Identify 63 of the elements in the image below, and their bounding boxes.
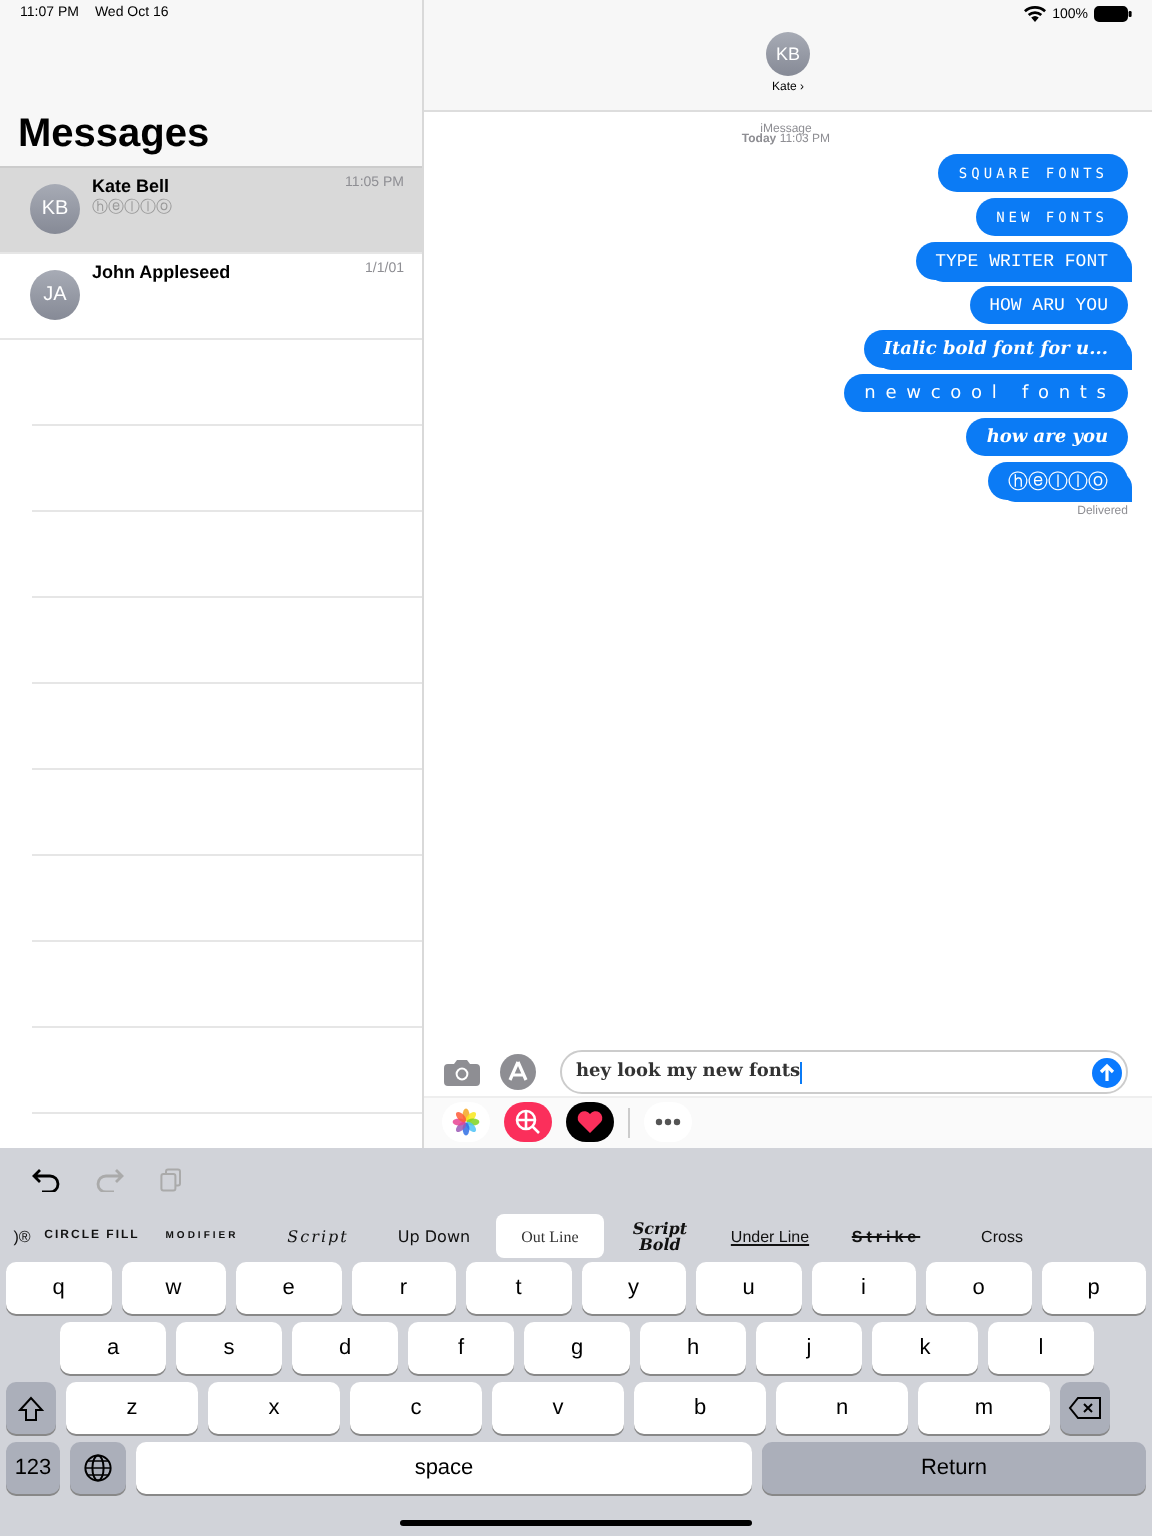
- message-bubble: Italic bold font for u...: [863, 330, 1128, 368]
- backspace-key[interactable]: [1060, 1382, 1110, 1434]
- letter-key[interactable]: l: [988, 1322, 1094, 1374]
- letter-key[interactable]: c: [350, 1382, 482, 1434]
- message-bubble: how are you: [966, 418, 1128, 456]
- letter-key[interactable]: h: [640, 1322, 746, 1374]
- font-style-tab[interactable]: Under Line: [716, 1214, 824, 1258]
- letter-key[interactable]: f: [408, 1322, 514, 1374]
- font-style-tab[interactable]: )®: [8, 1214, 36, 1258]
- font-style-tab[interactable]: Script Bold: [612, 1214, 708, 1258]
- message-input-field[interactable]: hey look my new fonts: [560, 1050, 1128, 1094]
- letter-key[interactable]: w: [121, 1262, 226, 1314]
- messages-title: Messages: [18, 110, 212, 158]
- send-icon[interactable]: [1092, 1057, 1122, 1087]
- contact-name: Kate Bell: [92, 176, 170, 196]
- letter-key[interactable]: t: [466, 1262, 571, 1314]
- letter-key[interactable]: u: [696, 1262, 801, 1314]
- font-style-tab[interactable]: Cross: [948, 1214, 1056, 1258]
- letter-key[interactable]: m: [918, 1382, 1050, 1434]
- letter-key[interactable]: s: [176, 1322, 282, 1374]
- space-key[interactable]: space: [136, 1442, 752, 1494]
- letter-key[interactable]: n: [776, 1382, 908, 1434]
- font-style-tab[interactable]: Script: [264, 1214, 372, 1258]
- return-key[interactable]: Return: [762, 1442, 1146, 1494]
- letter-key[interactable]: i: [811, 1262, 916, 1314]
- backspace-icon: [1068, 1396, 1102, 1420]
- letter-key[interactable]: r: [351, 1262, 456, 1314]
- letter-key[interactable]: b: [634, 1382, 766, 1434]
- letter-key[interactable]: a: [60, 1322, 166, 1374]
- app-store-icon[interactable]: [500, 1054, 540, 1090]
- message-bubble: TYPE WRITER FONT: [915, 242, 1128, 280]
- undo-icon[interactable]: [32, 1168, 60, 1192]
- letter-key[interactable]: v: [492, 1382, 624, 1434]
- letter-key[interactable]: d: [292, 1322, 398, 1374]
- contact-name: John Appleseed: [92, 262, 231, 282]
- message-bubble: ⓗⓔⓛⓛⓞ: [988, 462, 1128, 500]
- font-style-tab[interactable]: Strike: [832, 1214, 940, 1258]
- letter-key[interactable]: x: [208, 1382, 340, 1434]
- numbers-key[interactable]: 123: [6, 1442, 60, 1494]
- globe-key[interactable]: [70, 1442, 126, 1494]
- font-style-tab[interactable]: Out Line: [496, 1214, 604, 1258]
- message-bubble: HOW ARU YOU: [969, 286, 1128, 324]
- avatar: JA: [30, 270, 80, 320]
- letter-key[interactable]: o: [926, 1262, 1031, 1314]
- letter-key[interactable]: y: [581, 1262, 686, 1314]
- letter-key[interactable]: p: [1041, 1262, 1146, 1314]
- avatar: KB: [30, 184, 80, 234]
- wifi-icon: [1024, 6, 1047, 22]
- camera-icon[interactable]: [444, 1058, 480, 1086]
- shift-key[interactable]: [6, 1382, 56, 1434]
- letter-key[interactable]: z: [66, 1382, 198, 1434]
- letter-key[interactable]: g: [524, 1322, 630, 1374]
- message-preview: ⓗⓔⓛⓛⓞ: [92, 196, 174, 218]
- font-style-tab[interactable]: Up Down: [380, 1214, 488, 1258]
- battery-icon: [1094, 6, 1132, 22]
- letter-key[interactable]: k: [872, 1322, 978, 1374]
- globe-search-icon[interactable]: [504, 1102, 552, 1142]
- letter-key[interactable]: e: [236, 1262, 341, 1314]
- letter-key[interactable]: j: [756, 1322, 862, 1374]
- letter-key[interactable]: q: [6, 1262, 111, 1314]
- message-bubble: n e w c o o l f o n t s: [844, 374, 1128, 412]
- globe-icon: [84, 1454, 112, 1482]
- shift-icon: [18, 1395, 44, 1421]
